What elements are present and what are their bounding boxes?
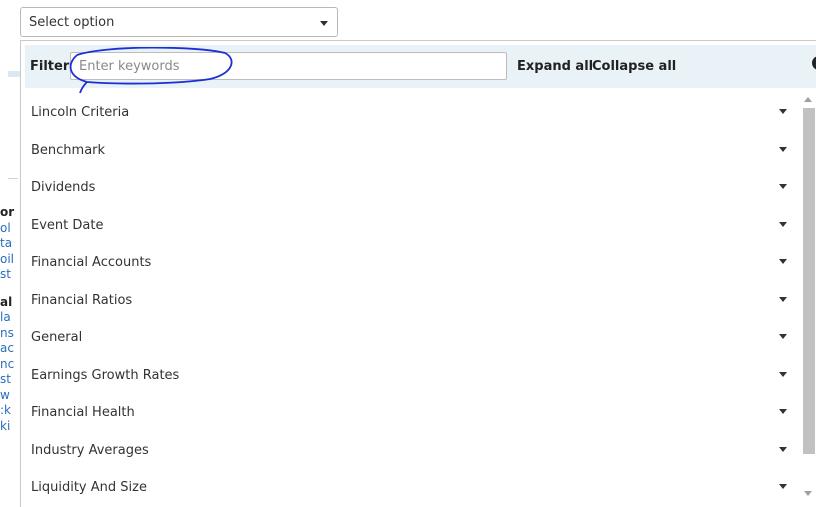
background-fragment-text: ki [0, 418, 11, 433]
background-fragment-text: ns [0, 325, 14, 340]
list-item[interactable]: Financial Accounts [21, 243, 797, 281]
list-item[interactable]: Earnings Growth Rates [21, 356, 797, 394]
scrollbar[interactable] [801, 93, 816, 505]
chevron-down-icon[interactable] [779, 409, 787, 414]
list-item-label: Liquidity And Size [31, 480, 147, 495]
chevron-down-icon[interactable] [779, 446, 787, 452]
category-list: Lincoln Criteria Benchmark Dividends Eve… [21, 93, 797, 506]
scroll-up-arrow-icon[interactable] [804, 97, 812, 102]
chevron-down-icon[interactable] [779, 146, 787, 152]
list-item[interactable]: General [21, 318, 797, 356]
background-fragment-text: or [0, 205, 15, 219]
background-fragment-text [0, 283, 14, 295]
list-item[interactable]: Liquidity And Size [21, 468, 797, 506]
collapse-all-link[interactable]: Collapse all [592, 59, 676, 74]
background-fragment-text: al [0, 294, 13, 309]
close-icon[interactable]: × [812, 56, 816, 70]
list-item[interactable]: Industry Averages [21, 431, 797, 469]
chevron-down-icon[interactable] [779, 334, 787, 339]
background-fragment-text: ol [0, 220, 11, 235]
chevron-down-icon[interactable] [779, 259, 787, 264]
expand-all-link[interactable]: Expand all [517, 59, 593, 74]
chevron-down-icon[interactable] [779, 184, 787, 189]
list-item-label: Dividends [31, 180, 96, 195]
scrollbar-thumb[interactable] [803, 108, 815, 454]
filter-bar: Filter: Expand all Collapse all × [25, 45, 816, 93]
background-fragment-text: st [0, 267, 11, 281]
list-item-label: Financial Ratios [31, 292, 133, 308]
background-highlight [8, 71, 20, 77]
dropdown-panel: Filter: Expand all Collapse all × Lincol… [20, 40, 816, 507]
list-item-label: Benchmark [31, 142, 106, 158]
list-item-label: Event Date [31, 217, 104, 233]
chevron-down-icon [320, 21, 328, 26]
list-item[interactable]: Event Date [21, 206, 797, 244]
list-item-label: Financial Accounts [31, 255, 152, 270]
list-item-label: General [31, 330, 83, 345]
background-divider [8, 178, 18, 179]
chevron-down-icon[interactable] [779, 484, 787, 489]
filter-keywords-input[interactable] [70, 52, 507, 80]
background-fragment-text: la [0, 310, 11, 324]
background-fragment-text: oil [0, 251, 15, 266]
background-fragment-text: :k [0, 403, 11, 417]
list-item-label: Industry Averages [31, 442, 149, 458]
chevron-down-icon[interactable] [779, 296, 787, 302]
chevron-down-icon[interactable] [779, 221, 787, 227]
background-fragment-text: ac [0, 341, 14, 355]
list-item-label: Financial Health [31, 405, 135, 420]
list-item[interactable]: Dividends [21, 168, 797, 206]
list-item[interactable]: Financial Health [21, 393, 797, 431]
list-item[interactable]: Benchmark [21, 131, 797, 169]
scroll-down-arrow-icon[interactable] [804, 491, 812, 496]
chevron-down-icon[interactable] [779, 109, 787, 114]
chevron-down-icon[interactable] [779, 371, 787, 377]
select-value: Select option [29, 15, 115, 30]
background-fragment-text: w [0, 387, 10, 402]
background-page-fragments: or ol ta oil st al la ns ac nc st w:k ki [0, 205, 14, 434]
background-fragment-text: nc [0, 356, 15, 371]
option-select[interactable]: Select option [20, 7, 338, 37]
list-item-label: Earnings Growth Rates [31, 367, 180, 383]
list-item[interactable]: Lincoln Criteria [21, 93, 797, 131]
background-fragment-text: ta [0, 236, 13, 250]
background-fragment-text: st [0, 372, 11, 386]
filter-label: Filter: [30, 59, 75, 74]
list-item[interactable]: Financial Ratios [21, 281, 797, 319]
list-item-label: Lincoln Criteria [31, 105, 130, 120]
